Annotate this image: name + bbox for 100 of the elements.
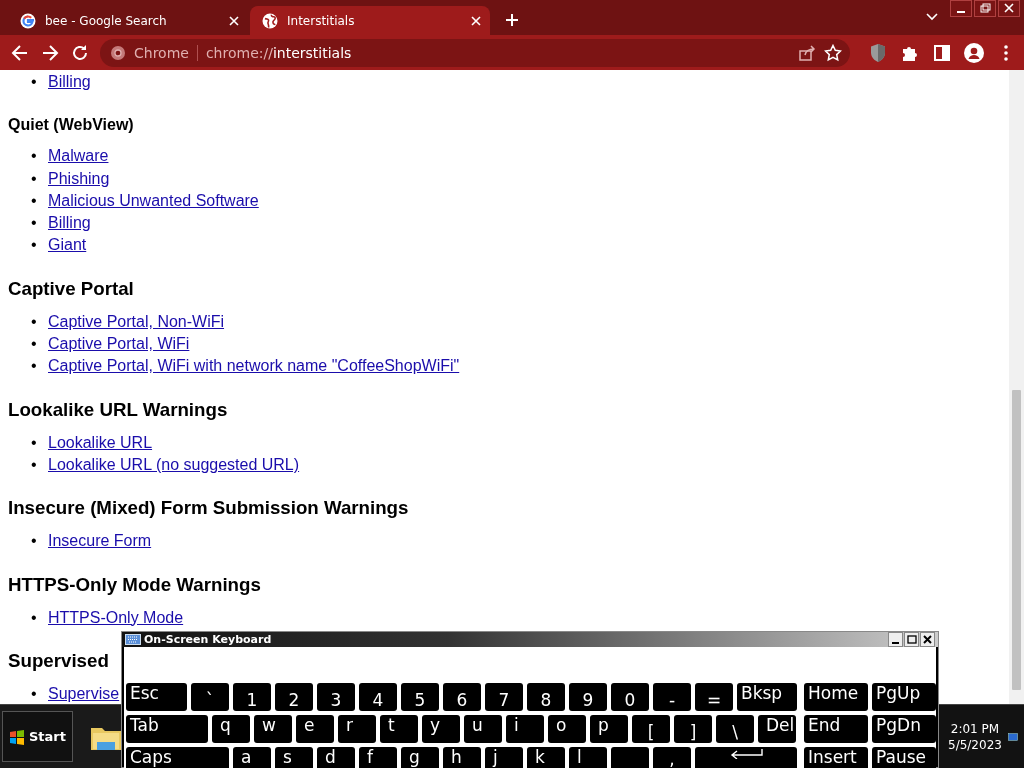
keyboard-key[interactable]: Del <box>758 715 796 743</box>
keyboard-key[interactable]: r <box>338 715 376 743</box>
share-icon[interactable] <box>798 43 816 62</box>
keyboard-key[interactable]: 9 <box>569 683 607 711</box>
globe-icon <box>262 12 278 29</box>
minimize-icon[interactable] <box>950 0 972 17</box>
keyboard-key[interactable]: [ <box>632 715 670 743</box>
close-icon[interactable] <box>920 632 935 647</box>
bullet: • <box>31 454 38 475</box>
back-icon[interactable] <box>10 42 30 63</box>
keyboard-key[interactable]: Insert <box>804 747 868 768</box>
keyboard-key[interactable]: w <box>254 715 292 743</box>
keyboard-key[interactable]: u <box>464 715 502 743</box>
keyboard-key[interactable]: Esc <box>126 683 187 711</box>
keyboard-key[interactable]: Home <box>804 683 868 711</box>
forward-icon[interactable] <box>40 42 60 63</box>
keyboard-key[interactable]: Pause <box>872 747 936 768</box>
keyboard-key[interactable]: g <box>401 747 439 768</box>
keyboard-key[interactable]: i <box>506 715 544 743</box>
keyboard-key[interactable]: t <box>380 715 418 743</box>
link[interactable]: Captive Portal, WiFi with network name "CoffeeShopWiFi" <box>48 355 460 378</box>
link[interactable]: Captive Portal, Non-WiFi <box>48 310 225 334</box>
keyboard-key[interactable]: Bksp <box>737 683 797 711</box>
link[interactable]: Supervise <box>48 682 120 704</box>
keyboard-key[interactable]: f <box>359 747 397 768</box>
keyboard-key[interactable]: Tab <box>126 715 208 743</box>
bullet: • <box>31 311 38 332</box>
keyboard-key[interactable]: a <box>233 747 271 768</box>
link[interactable]: Lookalike URL <box>48 431 153 454</box>
url-text: chrome://interstitials <box>205 44 353 61</box>
scrollbar[interactable] <box>1009 70 1024 704</box>
section-heading: Insecure (Mixed) Form Submission Warnings <box>8 496 409 521</box>
link[interactable]: Malware <box>48 145 109 168</box>
keyboard-key[interactable]: 4 <box>359 683 397 711</box>
start-button[interactable]: Start <box>2 711 73 762</box>
link[interactable]: Phishing <box>48 167 110 190</box>
link[interactable]: Billing <box>48 71 91 94</box>
browser-tab[interactable]: Interstitials <box>250 6 490 35</box>
section-heading: Supervised <box>8 648 109 673</box>
keyboard-key[interactable]: \ <box>716 715 754 743</box>
keyboard-key[interactable]: j <box>485 747 523 768</box>
keyboard-key[interactable]: 7 <box>485 683 523 711</box>
section-heading: Captive Portal <box>8 276 134 301</box>
keyboard-key[interactable]: 3 <box>317 683 355 711</box>
section-heading: HTTPS-Only Mode Warnings <box>8 572 261 597</box>
keyboard-key[interactable]: 6 <box>443 683 481 711</box>
bullet: • <box>31 190 38 211</box>
keyboard-key[interactable]: PgDn <box>872 715 936 743</box>
scrollbar-thumb[interactable] <box>1012 390 1021 690</box>
keyboard-icon <box>125 634 141 645</box>
bullet: • <box>31 432 38 453</box>
keyboard-key[interactable]: PgUp <box>872 683 936 711</box>
link[interactable]: Lookalike URL (no suggested URL) <box>48 453 300 477</box>
keyboard-key[interactable]: 2 <box>275 683 313 711</box>
keyboard-key[interactable]: y <box>422 715 460 743</box>
keyboard-key[interactable]: 1 <box>233 683 271 711</box>
restore-icon[interactable] <box>974 0 996 17</box>
keyboard-key[interactable]: k <box>527 747 565 768</box>
keyboard-key[interactable]: Caps <box>126 747 229 768</box>
keyboard-key[interactable]: , <box>653 747 691 768</box>
new-tab-icon[interactable] <box>504 12 520 28</box>
google-icon <box>20 12 36 29</box>
bullet: • <box>31 235 38 256</box>
link[interactable]: Insecure Form <box>48 530 152 553</box>
close-icon[interactable] <box>998 0 1020 17</box>
keyboard-key[interactable]: ` <box>191 683 229 711</box>
chevron-down-icon[interactable] <box>926 13 938 21</box>
bullet: • <box>31 607 38 628</box>
keyboard-key[interactable]: l <box>569 747 607 768</box>
keyboard-key[interactable]: p <box>590 715 628 743</box>
link[interactable]: Giant <box>48 234 87 257</box>
keyboard-key[interactable]: e <box>296 715 334 743</box>
keyboard-key[interactable]: q <box>212 715 250 743</box>
keyboard-key[interactable]: = <box>695 683 733 711</box>
browser-tab[interactable]: bee - Google Search <box>8 6 248 35</box>
keyboard-key[interactable]: d <box>317 747 355 768</box>
keyboard-key[interactable]: s <box>275 747 313 768</box>
link[interactable]: Billing <box>48 212 91 235</box>
windows-logo-icon <box>9 728 25 745</box>
chrome-icon <box>110 44 126 61</box>
keyboard-key[interactable]: h <box>443 747 481 768</box>
maximize-icon[interactable] <box>904 632 919 647</box>
keyboard-key[interactable]: End <box>804 715 868 743</box>
keyboard-key[interactable]: 5 <box>401 683 439 711</box>
link[interactable]: Captive Portal, WiFi <box>48 333 190 356</box>
bullet: • <box>31 683 38 704</box>
link[interactable]: HTTPS-Only Mode <box>48 606 184 629</box>
star-icon[interactable] <box>824 43 842 62</box>
bullet: • <box>31 168 38 189</box>
address-bar[interactable]: Chrome chrome://interstitials <box>100 38 850 67</box>
profile-icon[interactable] <box>962 40 986 65</box>
link[interactable]: Malicious Unwanted Software <box>48 189 259 213</box>
keyboard-key[interactable]: 8 <box>527 683 565 711</box>
keyboard-key[interactable]: - <box>653 683 691 711</box>
keyboard-key[interactable]: 0 <box>611 683 649 711</box>
keyboard-key[interactable]: ] <box>674 715 712 743</box>
keyboard-key[interactable] <box>695 747 797 768</box>
minimize-icon[interactable] <box>888 632 903 647</box>
bullet: • <box>31 356 38 377</box>
keyboard-key[interactable]: o <box>548 715 586 743</box>
